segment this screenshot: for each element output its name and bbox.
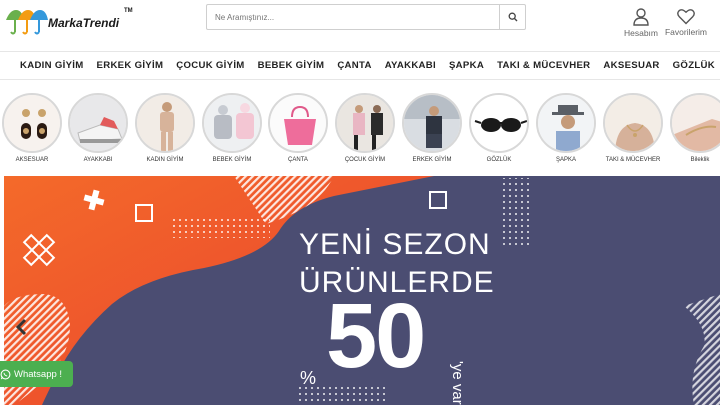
nav-item[interactable]: ÇOCUK GİYİM (176, 60, 244, 71)
category-image (536, 93, 596, 153)
category-label: ÇANTA (288, 157, 308, 163)
category-image (402, 93, 462, 153)
category-item[interactable]: KADIN GİYİM (133, 93, 197, 163)
search-input[interactable] (207, 5, 499, 29)
category-image (202, 93, 262, 153)
category-label: GÖZLÜK (486, 157, 512, 163)
category-carousel: AKSESUAR AYAKKABI KADIN GİYİM BEBEK GİYİ… (0, 93, 720, 169)
category-image (603, 93, 663, 153)
account-label: Hesabım (623, 28, 658, 38)
nav-item[interactable]: KADIN GİYİM (20, 60, 84, 71)
banner-discount-number: 50 (326, 285, 426, 387)
category-image (68, 93, 128, 153)
category-item[interactable]: ŞAPKA (534, 93, 598, 163)
category-label: KADIN GİYİM (146, 157, 184, 163)
category-label: BEBEK GİYİM (212, 157, 252, 163)
logo[interactable]: MarkaTrendi TM (4, 6, 136, 40)
category-image (335, 93, 395, 153)
banner-headline-1: YENİ SEZON (299, 228, 491, 261)
nav-item[interactable]: GÖZLÜK (673, 60, 715, 71)
category-item[interactable]: Bileklik (668, 93, 720, 163)
category-item[interactable]: ÇANTA (266, 93, 330, 163)
category-item[interactable]: GÖZLÜK (467, 93, 531, 163)
whatsapp-button[interactable]: Whatsapp ! (0, 361, 73, 387)
category-image (2, 93, 62, 153)
favorites-link[interactable]: Favorilerim (662, 8, 710, 37)
banner-discount-suffix: 'ye varan (449, 361, 466, 405)
category-image (135, 93, 195, 153)
nav-item[interactable]: ERKEK GİYİM (97, 60, 164, 71)
banner-prev-button[interactable] (10, 316, 32, 338)
nav-item[interactable]: ŞAPKA (449, 60, 484, 71)
category-label: AYAKKABI (83, 157, 113, 163)
favorites-label: Favorilerim (664, 27, 708, 37)
heart-icon (677, 9, 695, 25)
search-box (206, 4, 526, 30)
search-icon (508, 12, 517, 22)
banner-percent: % (300, 368, 317, 388)
nav-item[interactable]: AKSESUAR (603, 60, 659, 71)
category-item[interactable]: ÇOCUK GİYİM (333, 93, 397, 163)
category-label: Bileklik (690, 157, 710, 163)
category-label: ŞAPKA (555, 157, 576, 163)
category-label: ÇOCUK GİYİM (344, 157, 386, 163)
category-item[interactable]: AKSESUAR (0, 93, 64, 163)
nav-item[interactable]: AYAKKABI (385, 60, 436, 71)
category-label: TAKI & MÜCEVHER (605, 157, 661, 163)
chevron-left-icon (15, 318, 27, 336)
category-image (268, 93, 328, 153)
category-item[interactable]: AYAKKABI (66, 93, 130, 163)
hero-banner[interactable]: YENİ SEZON ÜRÜNLERDE % 50 'ye varan (4, 176, 720, 405)
category-item[interactable]: BEBEK GİYİM (200, 93, 264, 163)
logo-tm: TM (124, 8, 133, 14)
category-image (670, 93, 720, 153)
nav-item[interactable]: TAKI & MÜCEVHER (497, 60, 590, 71)
whatsapp-label: Whatsapp ! (14, 368, 63, 380)
nav-item[interactable]: ÇANTA (337, 60, 371, 71)
logo-text: MarkaTrendi (48, 16, 120, 30)
category-item[interactable]: TAKI & MÜCEVHER (601, 93, 665, 163)
site-header: MarkaTrendi TM Hesabım Favorilerim (0, 0, 720, 52)
whatsapp-icon (0, 369, 11, 379)
search-button[interactable] (499, 5, 525, 29)
nav-item[interactable]: BEBEK GİYİM (258, 60, 325, 71)
account-link[interactable]: Hesabım (617, 8, 665, 38)
main-nav: KADIN GİYİM ERKEK GİYİM ÇOCUK GİYİM BEBE… (0, 52, 720, 80)
category-label: ERKEK GİYİM (412, 157, 452, 163)
category-item[interactable]: ERKEK GİYİM (400, 93, 464, 163)
category-image (469, 93, 529, 153)
user-icon (633, 8, 649, 26)
category-label: AKSESUAR (15, 157, 49, 163)
